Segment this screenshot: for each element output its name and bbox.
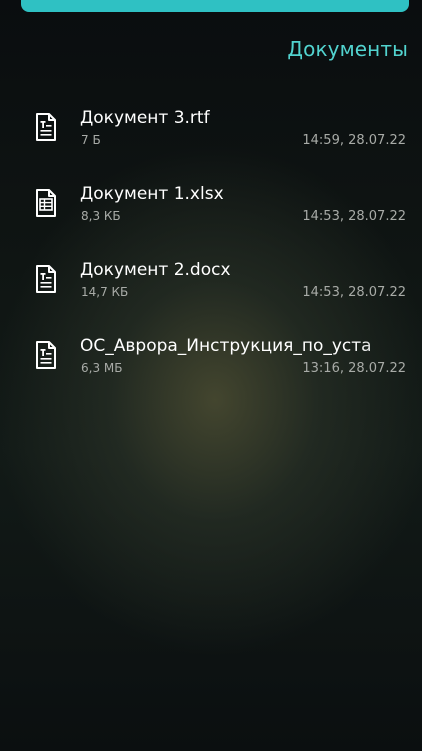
text-document-icon	[36, 113, 56, 141]
list-item[interactable]: Документ 3.rtf 7 Б 14:59, 28.07.22	[0, 108, 422, 184]
list-item[interactable]: Документ 2.docx 14,7 КБ 14:53, 28.07.22	[0, 260, 422, 336]
file-size: 7 Б	[81, 133, 101, 147]
list-item[interactable]: Документ 1.xlsx 8,3 КБ 14:53, 28.07.22	[0, 184, 422, 260]
top-pulley-indicator	[21, 0, 409, 12]
list-item[interactable]: ОС_Аврора_Инструкция_по_уста 6,3 МБ 13:1…	[0, 336, 422, 412]
file-size: 8,3 КБ	[81, 209, 121, 223]
file-date: 13:16, 28.07.22	[302, 361, 406, 376]
file-list: Документ 3.rtf 7 Б 14:59, 28.07.22 Докум…	[0, 108, 422, 412]
text-document-icon	[36, 341, 56, 369]
file-date: 14:59, 28.07.22	[302, 133, 406, 148]
spreadsheet-icon	[36, 189, 56, 217]
file-date: 14:53, 28.07.22	[302, 209, 406, 224]
file-date: 14:53, 28.07.22	[302, 285, 406, 300]
file-name: Документ 3.rtf	[80, 108, 210, 128]
text-document-icon	[36, 265, 56, 293]
file-name: Документ 1.xlsx	[80, 184, 224, 204]
file-name: ОС_Аврора_Инструкция_по_уста	[80, 336, 372, 356]
file-name: Документ 2.docx	[80, 260, 231, 280]
page-title: Документы	[287, 37, 408, 61]
file-size: 14,7 КБ	[81, 285, 129, 299]
file-size: 6,3 МБ	[81, 361, 123, 375]
